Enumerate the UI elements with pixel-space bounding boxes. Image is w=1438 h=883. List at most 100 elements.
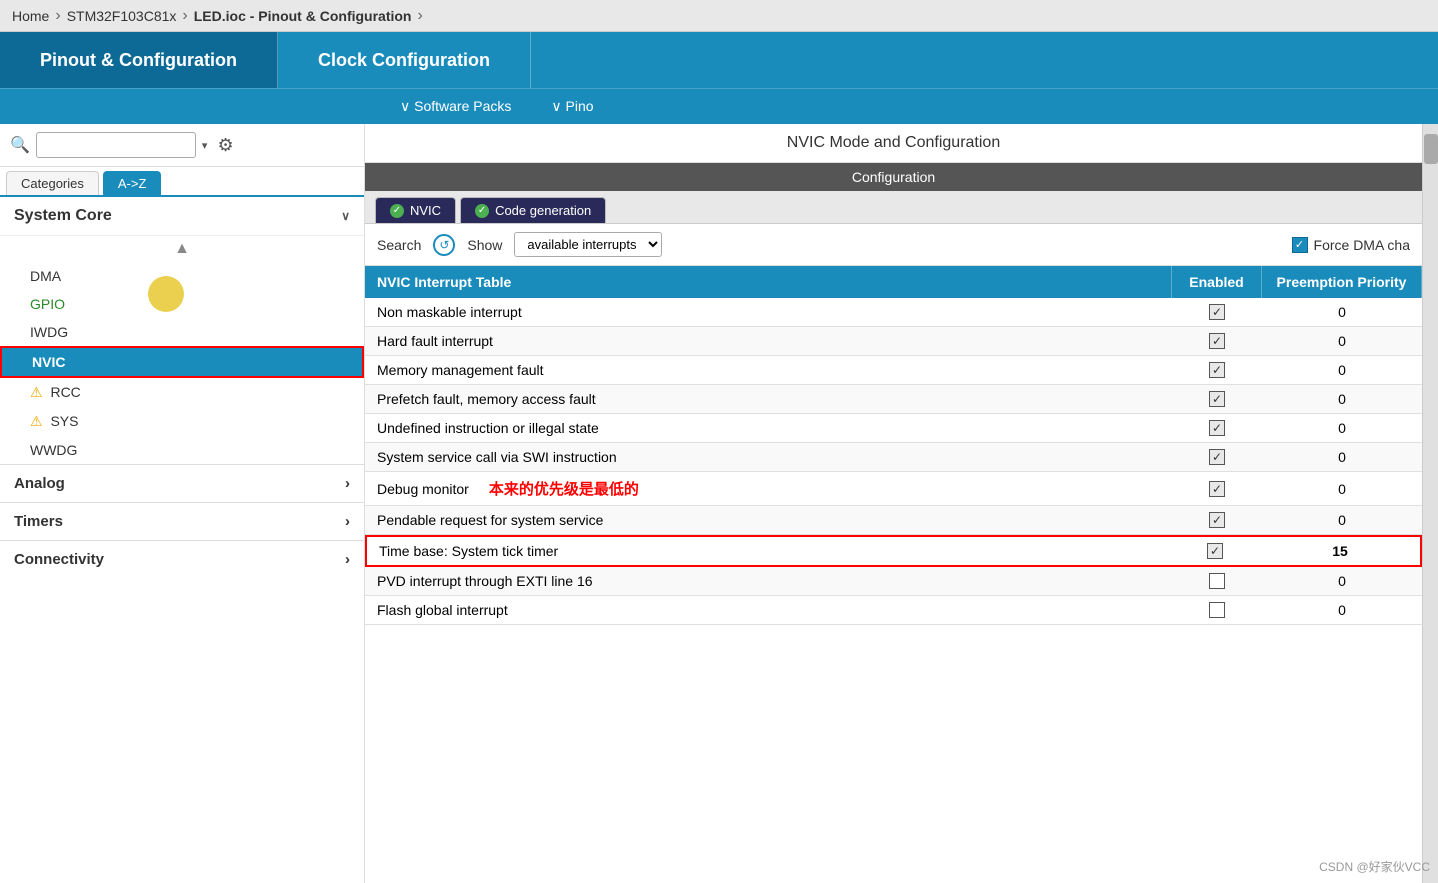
table-row: Flash global interrupt 0: [365, 596, 1422, 625]
sidebar-item-nvic[interactable]: NVIC: [0, 346, 364, 378]
tab-az[interactable]: A->Z: [103, 171, 162, 195]
priority-cell: 0: [1262, 596, 1422, 624]
section-connectivity[interactable]: Connectivity ›: [0, 540, 364, 578]
config-section-header: Configuration: [365, 163, 1422, 191]
enabled-cell[interactable]: ✓: [1172, 356, 1262, 384]
sidebar-search-row: 🔍 ▾ ⚙: [0, 124, 364, 167]
col-priority: Preemption Priority: [1262, 266, 1422, 298]
chevron-right-icon-connectivity: ›: [345, 551, 350, 568]
enabled-checkbox[interactable]: ✓: [1209, 391, 1225, 407]
enabled-checkbox-unchecked[interactable]: [1209, 602, 1225, 618]
breadcrumb-home[interactable]: Home: [12, 8, 49, 24]
content-area: NVIC Mode and Configuration Configuratio…: [365, 124, 1422, 883]
software-packs-item[interactable]: ∨ Software Packs: [380, 98, 531, 115]
priority-cell: 15: [1260, 537, 1420, 565]
search-label: Search: [377, 237, 421, 253]
chevron-right-icon-timers: ›: [345, 513, 350, 530]
breadcrumb: Home › STM32F103C81x › LED.ioc - Pinout …: [0, 0, 1438, 32]
enabled-cell[interactable]: ✓: [1172, 472, 1262, 505]
breadcrumb-file[interactable]: LED.ioc - Pinout & Configuration: [194, 8, 412, 24]
interrupt-filter-dropdown[interactable]: available interrupts: [514, 232, 662, 257]
annotation-priority-text: 本来的优先级是最低的: [489, 478, 639, 499]
tab-categories[interactable]: Categories: [6, 171, 99, 195]
enabled-cell[interactable]: ✓: [1172, 385, 1262, 413]
interrupt-name-cell: Time base: System tick timer: [367, 537, 1170, 565]
yellow-circle-decoration: [148, 276, 184, 312]
tab-clock-configuration[interactable]: Clock Configuration: [278, 32, 531, 88]
priority-cell: 0: [1262, 385, 1422, 413]
right-scrollbar[interactable]: [1422, 124, 1438, 883]
enabled-cell[interactable]: ✓: [1172, 327, 1262, 355]
chevron-right-icon-analog: ›: [345, 475, 350, 492]
sidebar: 🔍 ▾ ⚙ Categories A->Z System Core ∨ ▲ DM…: [0, 124, 365, 883]
section-system-core[interactable]: System Core ∨: [0, 197, 364, 236]
search-dropdown-arrow[interactable]: ▾: [202, 139, 208, 152]
search-icon: 🔍: [10, 135, 30, 155]
breadcrumb-sep-2: ›: [182, 7, 187, 25]
chevron-down-icon: ∨: [341, 209, 350, 223]
table-row: Non maskable interrupt ✓ 0: [365, 298, 1422, 327]
col-enabled: Enabled: [1172, 266, 1262, 298]
sidebar-item-wwdg[interactable]: WWDG: [0, 436, 364, 464]
priority-cell: 0: [1262, 443, 1422, 471]
enabled-checkbox[interactable]: ✓: [1209, 481, 1225, 497]
table-row-highlighted: Time base: System tick timer ✓ 15: [365, 535, 1422, 567]
section-timers[interactable]: Timers ›: [0, 502, 364, 540]
nvic-tabs-bar: ✓ NVIC ✓ Code generation: [365, 191, 1422, 224]
enabled-checkbox[interactable]: ✓: [1209, 362, 1225, 378]
table-row: System service call via SWI instruction …: [365, 443, 1422, 472]
enabled-cell[interactable]: [1172, 596, 1262, 624]
interrupt-table: NVIC Interrupt Table Enabled Preemption …: [365, 266, 1422, 883]
sort-arrow: ▲: [0, 236, 364, 262]
search-input[interactable]: [36, 132, 196, 158]
breadcrumb-device[interactable]: STM32F103C81x: [67, 8, 177, 24]
tab-code-generation[interactable]: ✓ Code generation: [460, 197, 606, 223]
priority-cell: 0: [1262, 327, 1422, 355]
interrupt-name-cell: Prefetch fault, memory access fault: [365, 385, 1172, 413]
table-row: Pendable request for system service ✓ 0: [365, 506, 1422, 535]
enabled-checkbox[interactable]: ✓: [1207, 543, 1223, 559]
table-row: Prefetch fault, memory access fault ✓ 0: [365, 385, 1422, 414]
table-header: NVIC Interrupt Table Enabled Preemption …: [365, 266, 1422, 298]
table-row: Hard fault interrupt ✓ 0: [365, 327, 1422, 356]
sidebar-item-rcc[interactable]: ⚠ RCC: [0, 378, 364, 407]
enabled-checkbox[interactable]: ✓: [1209, 512, 1225, 528]
force-dma-checkbox[interactable]: ✓: [1292, 237, 1308, 253]
table-row: Undefined instruction or illegal state ✓…: [365, 414, 1422, 443]
sidebar-item-iwdg[interactable]: IWDG: [0, 318, 364, 346]
gear-icon[interactable]: ⚙: [217, 135, 233, 156]
enabled-cell[interactable]: ✓: [1170, 537, 1260, 565]
show-label: Show: [467, 237, 502, 253]
interrupt-name-cell: Hard fault interrupt: [365, 327, 1172, 355]
enabled-cell[interactable]: ✓: [1172, 298, 1262, 326]
section-analog[interactable]: Analog ›: [0, 464, 364, 502]
col-interrupt-name: NVIC Interrupt Table: [365, 266, 1172, 298]
enabled-checkbox[interactable]: ✓: [1209, 333, 1225, 349]
interrupt-name-cell: Pendable request for system service: [365, 506, 1172, 534]
interrupt-name-cell: Undefined instruction or illegal state: [365, 414, 1172, 442]
priority-cell: 0: [1262, 298, 1422, 326]
priority-cell: 0: [1262, 567, 1422, 595]
refresh-button[interactable]: ↺: [433, 234, 455, 256]
watermark-text: CSDN @好家伙VCC: [1319, 858, 1430, 875]
pinout-item[interactable]: ∨ Pino: [531, 98, 613, 115]
interrupt-name-cell: Memory management fault: [365, 356, 1172, 384]
enabled-cell[interactable]: ✓: [1172, 414, 1262, 442]
enabled-checkbox[interactable]: ✓: [1209, 449, 1225, 465]
software-packs-row: ∨ Software Packs ∨ Pino: [0, 88, 1438, 124]
enabled-checkbox[interactable]: ✓: [1209, 304, 1225, 320]
enabled-cell[interactable]: [1172, 567, 1262, 595]
enabled-checkbox-unchecked[interactable]: [1209, 573, 1225, 589]
priority-cell: 0: [1262, 414, 1422, 442]
tab-pinout-configuration[interactable]: Pinout & Configuration: [0, 32, 278, 88]
scrollbar-thumb[interactable]: [1424, 134, 1438, 164]
breadcrumb-sep-3: ›: [418, 7, 423, 25]
enabled-cell[interactable]: ✓: [1172, 443, 1262, 471]
enabled-checkbox[interactable]: ✓: [1209, 420, 1225, 436]
sidebar-tabs: Categories A->Z: [0, 167, 364, 197]
tab-nvic[interactable]: ✓ NVIC: [375, 197, 456, 223]
breadcrumb-sep-1: ›: [55, 7, 60, 25]
main-layout: 🔍 ▾ ⚙ Categories A->Z System Core ∨ ▲ DM…: [0, 124, 1438, 883]
enabled-cell[interactable]: ✓: [1172, 506, 1262, 534]
sidebar-item-sys[interactable]: ⚠ SYS: [0, 407, 364, 436]
